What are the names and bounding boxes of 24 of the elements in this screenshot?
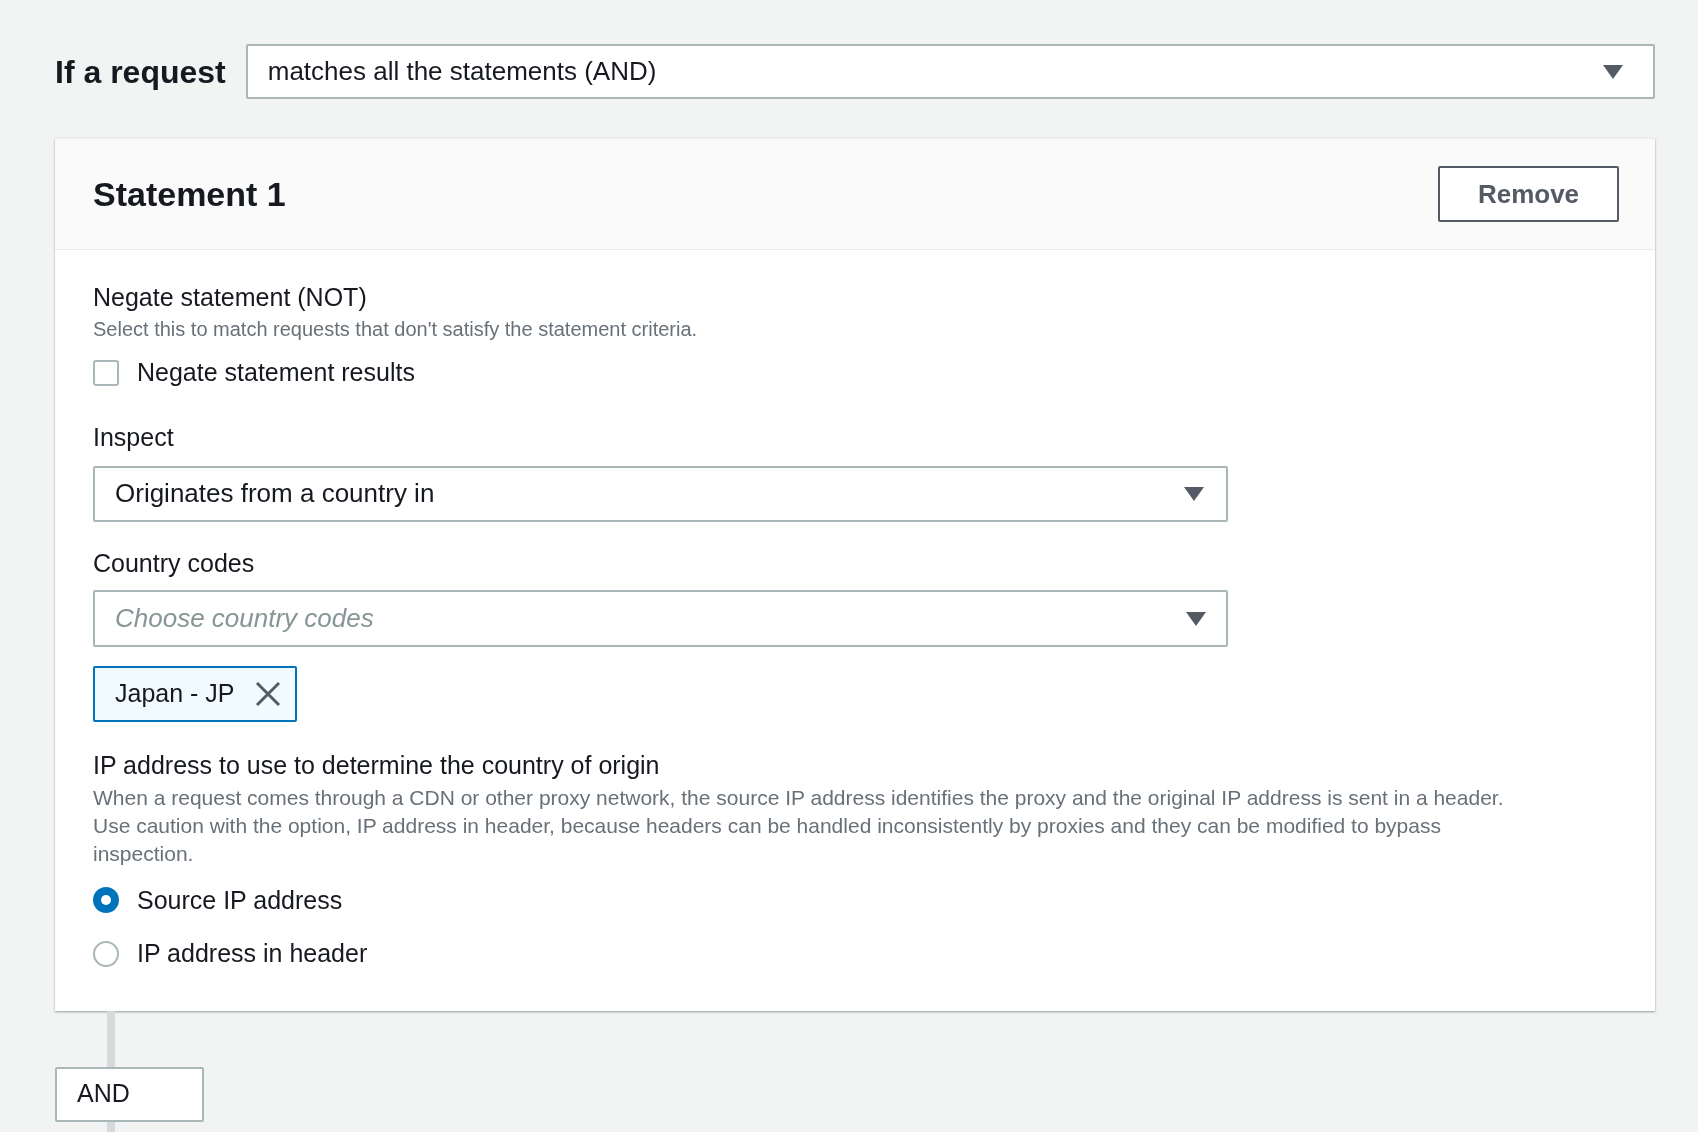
statement-title: Statement 1: [93, 173, 286, 215]
operator-label: AND: [55, 1066, 204, 1122]
radio-button[interactable]: [93, 887, 119, 914]
close-icon[interactable]: [254, 680, 281, 707]
caret-down-icon: [1603, 64, 1623, 79]
inspect-select[interactable]: Originates from a country in: [93, 465, 1228, 522]
caret-down-icon: [1186, 611, 1206, 626]
field-label: Country codes: [93, 547, 256, 579]
field-description: Select this to match requests that don't satisfy the statement criteria.: [93, 317, 699, 342]
token-label: Japan - JP: [115, 677, 235, 709]
field-description: When a request comes through a CDN or other proxy network, the source IP address identifies the proxy and the original IP address is sent in a header. Use caution with the option, IP address in header, because headers can be handled inconsistently by proxies and they can be modified to bypass inspection.: [93, 784, 1505, 867]
checkbox-label: Negate statement results: [137, 357, 415, 388]
field-label: Negate statement (NOT): [93, 282, 368, 313]
country-codes-select[interactable]: Choose country codes: [93, 589, 1228, 647]
radio-button[interactable]: [93, 940, 119, 967]
caret-down-icon: [1184, 486, 1204, 501]
checkbox[interactable]: [93, 359, 119, 386]
radio-label: IP address in header: [137, 938, 368, 969]
field-label: IP address to use to determine the country of origin: [93, 749, 661, 781]
radio-label: Source IP address: [137, 884, 343, 916]
remove-button[interactable]: Remove: [1438, 166, 1619, 222]
condition-label: If a request: [55, 52, 226, 92]
condition-select[interactable]: matches all the statements (AND): [245, 44, 1655, 99]
field-label: Inspect: [93, 421, 175, 453]
